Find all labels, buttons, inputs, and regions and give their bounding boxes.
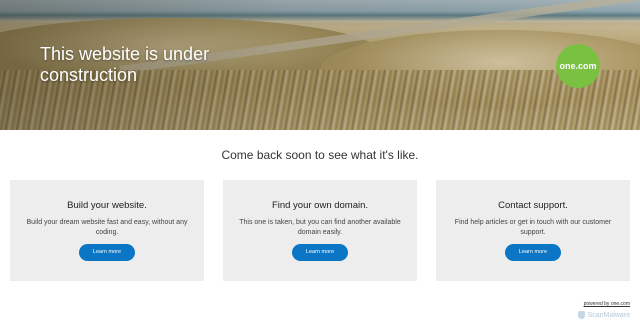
shield-icon bbox=[577, 311, 585, 319]
page-title: This website is under construction bbox=[40, 44, 210, 85]
card-build-website: Build your website. Build your dream web… bbox=[10, 180, 204, 281]
scanmalware-watermark: ScanMalware bbox=[577, 311, 630, 319]
hero-banner: This website is under construction one.c… bbox=[0, 0, 640, 130]
watermark-label: ScanMalware bbox=[587, 311, 630, 319]
powered-by-link[interactable]: powered by one.com bbox=[584, 301, 630, 307]
card-title: Build your website. bbox=[67, 200, 147, 211]
card-title: Find your own domain. bbox=[271, 200, 369, 211]
learn-more-button[interactable]: Learn more bbox=[292, 244, 348, 261]
card-title: Contact support. bbox=[498, 200, 568, 211]
learn-more-button[interactable]: Learn more bbox=[79, 244, 135, 261]
onecom-logo[interactable]: one.com bbox=[556, 44, 600, 88]
card-text: This one is taken, but you can find anot… bbox=[239, 219, 401, 236]
learn-more-button[interactable]: Learn more bbox=[505, 244, 561, 261]
card-text: Find help articles or get in touch with … bbox=[454, 219, 612, 236]
card-find-domain: Find your own domain. This one is taken,… bbox=[223, 180, 417, 281]
card-text: Build your dream website fast and easy, … bbox=[26, 219, 188, 236]
tagline: Come back soon to see what it's like. bbox=[221, 148, 419, 162]
card-contact-support: Contact support. Find help articles or g… bbox=[436, 180, 630, 281]
